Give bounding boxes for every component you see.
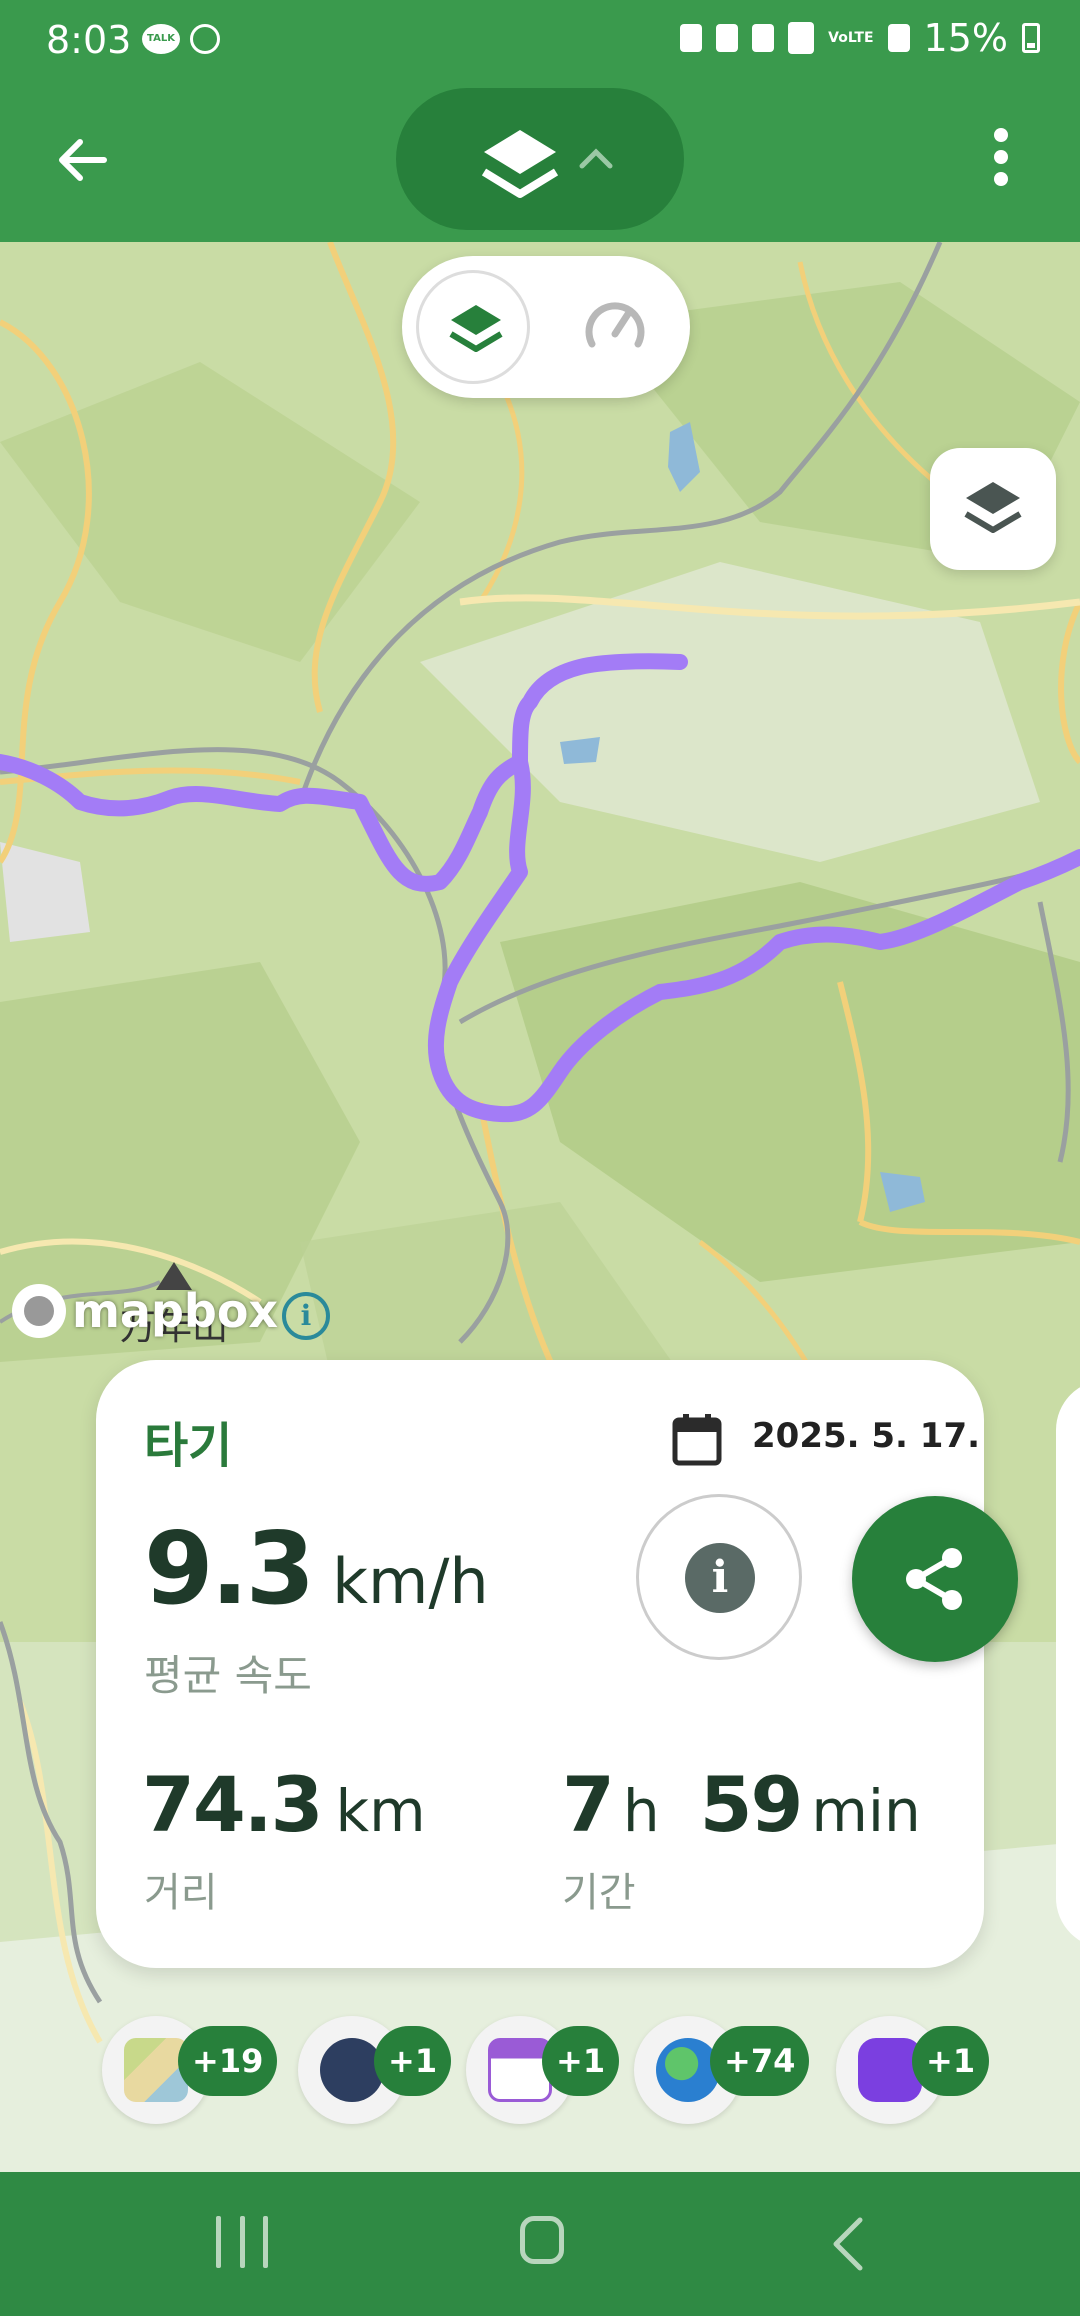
recent-apps-button[interactable] bbox=[216, 2216, 268, 2268]
info-icon: i bbox=[685, 1543, 755, 1613]
avg-speed-unit: km/h bbox=[332, 1545, 489, 1618]
badge-map[interactable]: +19 bbox=[102, 2016, 278, 2124]
badge-row: +19 +1 +1 +74 +1 bbox=[100, 2016, 1000, 2126]
wifi-icon bbox=[788, 22, 815, 54]
activity-date: 2025. 5. 17. bbox=[752, 1416, 981, 1456]
layers-icon bbox=[449, 305, 503, 352]
app-bar bbox=[0, 74, 1080, 242]
chevron-up-icon bbox=[579, 148, 613, 169]
battery-icon bbox=[1022, 23, 1040, 53]
avg-speed: 9.3 km/h bbox=[144, 1510, 489, 1627]
distance-label: 거리 bbox=[144, 1870, 218, 1916]
attribution-info-button[interactable]: i bbox=[282, 1292, 330, 1340]
status-time: 8:03 bbox=[46, 18, 132, 62]
mapbox-text: mapbox bbox=[72, 1284, 279, 1338]
layers-icon bbox=[964, 482, 1022, 533]
home-button[interactable] bbox=[520, 2216, 564, 2264]
system-nav-bar bbox=[0, 2172, 1080, 2316]
duration-minutes: 59 bbox=[699, 1760, 804, 1849]
arrow-left-icon bbox=[59, 139, 107, 181]
battery-percent: 15% bbox=[923, 16, 1008, 60]
badge-moon[interactable]: +1 bbox=[298, 2016, 452, 2124]
recent-apps-icon bbox=[216, 2216, 221, 2268]
duration-label: 기간 bbox=[562, 1870, 636, 1916]
duration: 7 h 59 min bbox=[562, 1760, 921, 1849]
mapbox-icon bbox=[12, 1284, 66, 1338]
badge-count: +1 bbox=[912, 2026, 990, 2096]
activity-summary-card[interactable]: 타기 2025. 5. 17. 9.3 km/h 평균 속도 i 74.3 km 거… bbox=[96, 1360, 984, 1968]
share-icon bbox=[906, 1548, 962, 1610]
map-layers-button[interactable] bbox=[930, 448, 1056, 570]
status-bar: 8:03 TALK VoLTE 15% bbox=[0, 0, 1080, 74]
speedometer-icon[interactable] bbox=[582, 294, 648, 360]
activity-info-button[interactable]: i bbox=[636, 1494, 802, 1660]
next-card-peek[interactable] bbox=[1056, 1380, 1080, 1948]
duration-minutes-unit: min bbox=[811, 1777, 921, 1845]
globe-icon bbox=[190, 24, 220, 54]
calendar-icon bbox=[672, 1414, 722, 1466]
battery-saver-icon bbox=[680, 24, 703, 52]
map-mode-button[interactable] bbox=[416, 270, 530, 384]
status-icons: VoLTE 15% bbox=[680, 16, 1040, 60]
badge-route[interactable]: +1 bbox=[836, 2016, 990, 2124]
avg-speed-label: 평균 속도 bbox=[144, 1651, 312, 1700]
layers-icon bbox=[481, 130, 559, 198]
distance-value: 74.3 bbox=[142, 1760, 324, 1849]
share-button[interactable] bbox=[852, 1496, 1018, 1662]
more-vert-icon bbox=[994, 128, 1008, 142]
back-nav-icon[interactable] bbox=[830, 2216, 866, 2272]
badge-count: +19 bbox=[178, 2026, 278, 2096]
mute-icon bbox=[716, 24, 739, 52]
back-button[interactable] bbox=[52, 130, 112, 190]
duration-hours-unit: h bbox=[622, 1777, 660, 1845]
distance: 74.3 km bbox=[142, 1760, 426, 1849]
volte-icon: VoLTE bbox=[828, 30, 874, 46]
duration-hours: 7 bbox=[562, 1760, 615, 1849]
avg-speed-value: 9.3 bbox=[144, 1510, 315, 1627]
badge-count: +1 bbox=[374, 2026, 452, 2096]
badge-count: +74 bbox=[710, 2026, 810, 2096]
signal-icon bbox=[887, 24, 910, 52]
mapbox-logo: mapbox bbox=[12, 1284, 278, 1338]
activity-type: 타기 bbox=[144, 1418, 233, 1474]
layer-selector-button[interactable] bbox=[396, 88, 684, 230]
talk-icon: TALK bbox=[142, 24, 180, 54]
distance-unit: km bbox=[335, 1777, 426, 1845]
location-icon bbox=[752, 24, 775, 52]
badge-calendar[interactable]: +1 bbox=[466, 2016, 620, 2124]
more-options-button[interactable] bbox=[990, 128, 1012, 192]
view-mode-toggle[interactable] bbox=[402, 256, 690, 398]
badge-count: +1 bbox=[542, 2026, 620, 2096]
badge-globe[interactable]: +74 bbox=[634, 2016, 810, 2124]
